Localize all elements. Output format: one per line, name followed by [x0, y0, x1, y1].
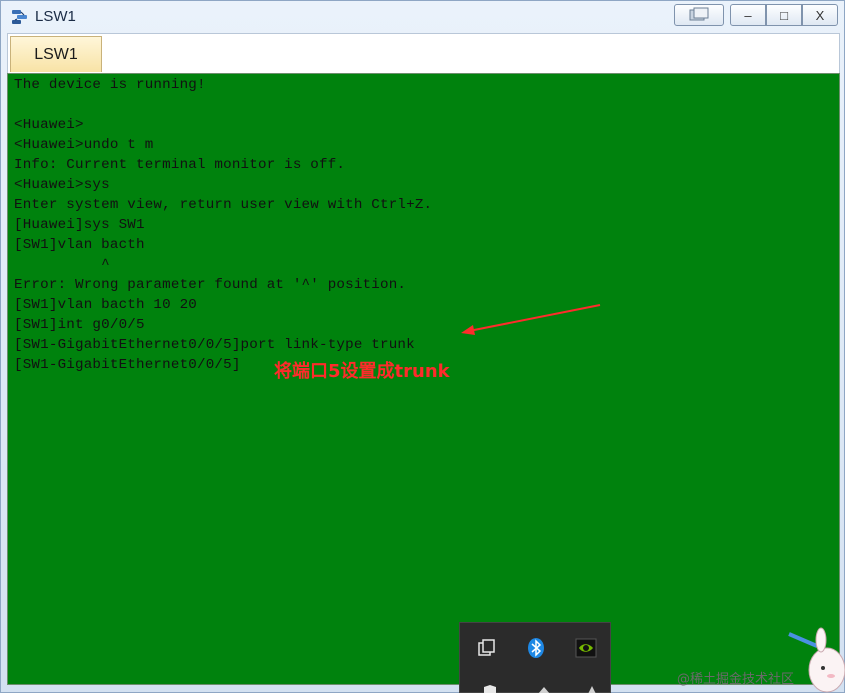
terminal-line: Enter system view, return user view with…	[14, 197, 433, 213]
watermark-text: @稀土掘金技术社区	[677, 672, 795, 687]
copy-icon[interactable]	[476, 637, 498, 659]
maximize-icon: □	[780, 7, 788, 23]
maximize-button[interactable]: □	[766, 4, 802, 26]
minimize-button[interactable]: –	[730, 4, 766, 26]
terminal-line: <Huawei>sys	[14, 177, 110, 193]
terminal-line: [SW1]int g0/0/5	[14, 317, 145, 333]
terminal-line: ^	[14, 257, 110, 273]
terminal-line: [SW1]vlan bacth 10 20	[14, 297, 197, 313]
tray-row-partial	[484, 685, 596, 693]
annotation-arrow	[461, 304, 601, 335]
terminal-line: <Huawei>undo t m	[14, 137, 154, 153]
tab-lsw1[interactable]: LSW1	[10, 36, 102, 72]
mascot-illustration	[788, 627, 845, 693]
app-window: LSW1 – □ X LSW1 The device is running! <…	[0, 0, 845, 693]
switch-app-icon	[12, 10, 27, 24]
annotation-text: 将端口5设置成trunk	[274, 361, 450, 382]
terminal-line: [SW1-GigabitEthernet0/0/5]port link-type…	[14, 337, 415, 353]
tab-strip: LSW1	[7, 33, 840, 73]
terminal-line: Info: Current terminal monitor is off.	[14, 157, 346, 173]
windows-restore-icon	[689, 7, 709, 21]
window-title: LSW1	[35, 8, 76, 25]
terminal-line: [Huawei]sys SW1	[14, 217, 145, 233]
minimize-icon: –	[744, 7, 752, 23]
terminal-line: The device is running!	[14, 77, 206, 93]
system-tray-popup	[459, 622, 611, 693]
terminal-line: [SW1]vlan bacth	[14, 237, 145, 253]
restore-windows-button[interactable]	[674, 4, 724, 26]
close-icon: X	[815, 7, 825, 23]
terminal-line: <Huawei>	[14, 117, 84, 133]
terminal-line: [SW1-GigabitEthernet0/0/5]	[14, 357, 241, 373]
terminal-line: Error: Wrong parameter found at '^' posi…	[14, 277, 407, 293]
bluetooth-icon[interactable]	[525, 637, 547, 659]
tab-label: LSW1	[34, 45, 78, 63]
nvidia-icon[interactable]	[575, 637, 597, 659]
title-bar[interactable]: LSW1 – □ X	[1, 1, 844, 33]
close-button[interactable]: X	[802, 4, 838, 26]
